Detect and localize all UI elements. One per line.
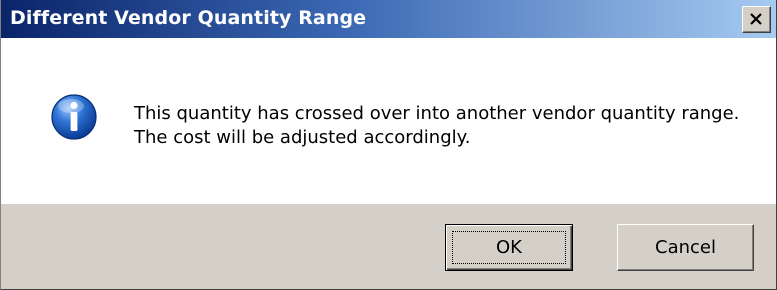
information-icon: [51, 94, 97, 140]
close-button[interactable]: [742, 6, 771, 33]
message-area: This quantity has crossed over into anot…: [1, 38, 776, 204]
button-bar: OK Cancel: [1, 204, 776, 289]
message-dialog: Different Vendor Quantity Range This qua…: [0, 0, 777, 290]
cancel-button-label: Cancel: [655, 237, 716, 258]
close-icon: [750, 13, 762, 25]
ok-button-label: OK: [496, 237, 522, 258]
cancel-button[interactable]: Cancel: [617, 224, 754, 271]
dialog-title: Different Vendor Quantity Range: [10, 7, 367, 29]
ok-button[interactable]: OK: [445, 224, 573, 271]
message-text: This quantity has crossed over into anot…: [134, 103, 740, 148]
title-bar[interactable]: Different Vendor Quantity Range: [1, 0, 776, 38]
